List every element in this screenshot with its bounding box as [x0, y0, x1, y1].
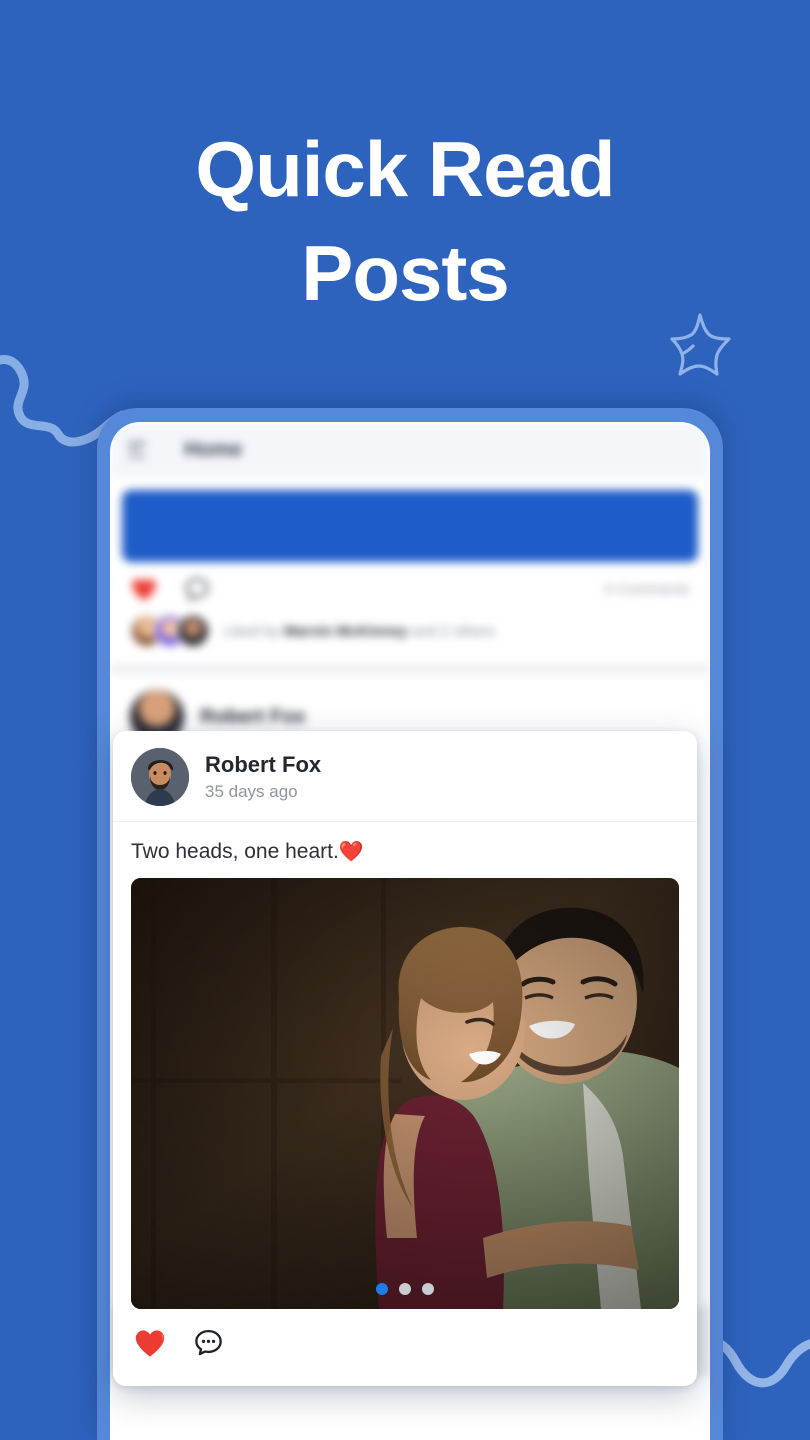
carousel-dot-1[interactable] — [376, 1283, 388, 1295]
carousel-dot-3[interactable] — [422, 1283, 434, 1295]
app-bar: Home — [110, 422, 710, 478]
liked-by-prefix: Liked by — [224, 622, 285, 640]
carousel-dots[interactable] — [376, 1283, 434, 1295]
background-post-actions: 0 Comments — [110, 562, 710, 610]
comment-bubble-icon[interactable] — [184, 576, 210, 602]
comment-count: 0 Comments — [604, 580, 690, 598]
post-text-body: Two heads, one heart. — [131, 840, 339, 863]
post-text: Two heads, one heart.❤️ — [113, 822, 697, 878]
avatar — [176, 614, 210, 648]
promo-banner[interactable] — [122, 490, 698, 562]
liked-by-name[interactable]: Marvin McKinney — [284, 623, 407, 640]
heart-icon[interactable] — [133, 1327, 167, 1358]
post-image[interactable] — [131, 878, 679, 1309]
liked-by-suffix: and 2 others — [407, 622, 495, 640]
comment-bubble-icon[interactable] — [193, 1327, 224, 1358]
page-title-line2: Posts — [301, 228, 509, 317]
heart-emoji: ❤️ — [338, 841, 364, 863]
post-author[interactable]: Robert Fox — [205, 752, 321, 778]
background-post-author: Robert Fox — [200, 705, 306, 728]
app-bar-title: Home — [184, 438, 243, 461]
post-header: Robert Fox 35 days ago — [113, 731, 697, 821]
carousel-dot-2[interactable] — [399, 1283, 411, 1295]
post-card[interactable]: Robert Fox 35 days ago Two heads, one he… — [113, 731, 697, 1386]
post-meta: Robert Fox 35 days ago — [205, 752, 321, 802]
hamburger-menu-icon[interactable] — [128, 442, 148, 458]
page-title: Quick Read Posts — [0, 118, 810, 325]
post-actions — [113, 1309, 697, 1358]
feed-separator — [110, 664, 710, 674]
avatar[interactable] — [131, 748, 189, 806]
heart-icon[interactable] — [130, 576, 158, 602]
liked-by-row: Liked by Marvin McKinney and 2 others — [110, 610, 710, 664]
post-timestamp: 35 days ago — [205, 782, 298, 802]
page-title-line1: Quick Read — [195, 125, 615, 213]
liked-by-text: Liked by Marvin McKinney and 2 others — [224, 623, 495, 640]
liker-avatar-stack — [130, 614, 210, 648]
